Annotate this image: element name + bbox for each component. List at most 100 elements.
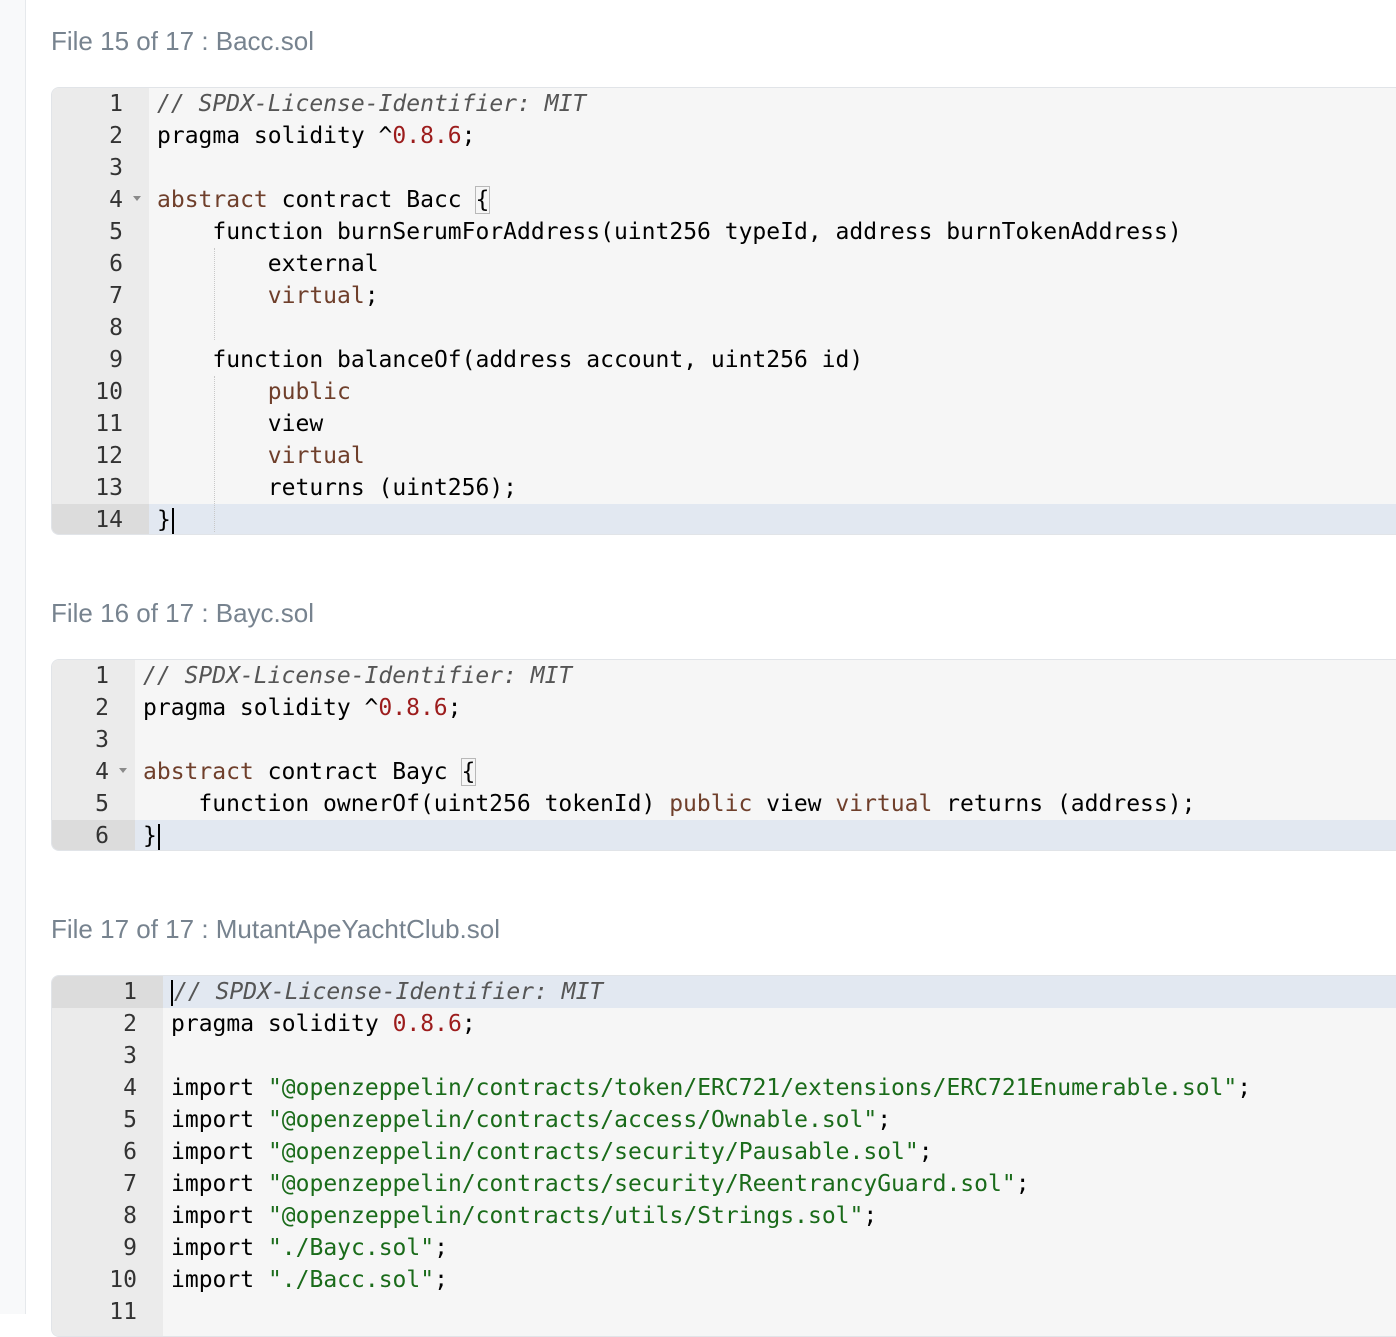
code-text: virtual; <box>267 283 379 309</box>
code-line[interactable]: 11 view <box>52 408 1396 440</box>
code-text: import "./Bacc.sol"; <box>171 1267 448 1293</box>
code-line[interactable]: 2 pragma solidity ^0.8.6; <box>52 120 1396 152</box>
code-line[interactable]: 3 <box>52 1040 1396 1072</box>
line-number: 7 <box>109 283 123 309</box>
line-number: 1 <box>95 663 109 689</box>
line-number: 10 <box>95 379 123 405</box>
line-number: 11 <box>95 411 123 437</box>
text-caret <box>171 507 174 534</box>
line-number: 12 <box>95 443 123 469</box>
line-number: 5 <box>109 219 123 245</box>
line-number: 9 <box>109 347 123 373</box>
indent-guide <box>214 376 215 532</box>
code-line[interactable]: 4 import "@openzeppelin/contracts/token/E… <box>52 1072 1396 1104</box>
code-text: function balanceOf(address account, uint… <box>157 347 864 373</box>
code-text: // SPDX-License-Identifier: MIT <box>143 663 573 689</box>
fold-toggle-icon[interactable] <box>133 196 141 201</box>
code-line[interactable]: 4 abstract contract Bayc { <box>52 756 1396 788</box>
line-number: 2 <box>95 695 109 721</box>
code-text: view <box>157 411 324 437</box>
file-title-bacc: File 15 of 17 : Bacc.sol <box>51 26 315 56</box>
line-number: 6 <box>109 251 123 277</box>
line-number: 1 <box>109 91 123 117</box>
code-line[interactable]: 4 abstract contract Bacc { <box>52 184 1396 216</box>
line-number: 3 <box>95 727 109 753</box>
code-lines: 1 // SPDX-License-Identifier: MIT 2 pragma … <box>52 88 1396 534</box>
code-text: import "./Bayc.sol"; <box>171 1235 448 1261</box>
code-line[interactable]: 1 // SPDX-License-Identifier: MIT <box>52 88 1396 120</box>
line-number: 13 <box>95 475 123 501</box>
code-line[interactable]: 3 <box>52 152 1396 184</box>
code-line[interactable]: 12 virtual <box>52 440 1396 472</box>
code-text: } <box>143 820 160 850</box>
text-caret <box>157 823 160 850</box>
code-line[interactable]: 5 import "@openzeppelin/contracts/access/… <box>52 1104 1396 1136</box>
code-lines: 1// SPDX-License-Identifier: MIT 2 pragma … <box>52 976 1396 1328</box>
code-lines: 1 // SPDX-License-Identifier: MIT 2 pragma … <box>52 660 1396 850</box>
code-text: import "@openzeppelin/contracts/security… <box>171 1171 1030 1197</box>
line-number: 3 <box>109 155 123 181</box>
line-number: 2 <box>123 1011 137 1037</box>
file-title-mutant: File 17 of 17 : MutantApeYachtClub.sol <box>51 914 500 944</box>
code-text: pragma solidity ^0.8.6; <box>143 695 462 721</box>
fold-toggle-icon[interactable] <box>119 768 127 773</box>
code-editor-bacc[interactable]: 1 // SPDX-License-Identifier: MIT 2 pragma … <box>51 87 1396 535</box>
code-line[interactable]: 10 public <box>52 376 1396 408</box>
code-text: // SPDX-License-Identifier: MIT <box>157 91 587 117</box>
code-editor-mutant[interactable]: 1// SPDX-License-Identifier: MIT 2 pragma … <box>51 975 1396 1337</box>
code-text: virtual <box>267 443 365 469</box>
code-text: abstract contract Bacc { <box>157 186 491 214</box>
code-line[interactable]: 5 function ownerOf(uint256 tokenId) publ… <box>52 788 1396 820</box>
code-line[interactable]: 5 function burnSerumForAddress(uint256 t… <box>52 216 1396 248</box>
code-text: external <box>157 251 379 277</box>
code-line[interactable]: 7 import "@openzeppelin/contracts/securit… <box>52 1168 1396 1200</box>
code-line[interactable]: 3 <box>52 724 1396 756</box>
code-text: import "@openzeppelin/contracts/access/O… <box>171 1107 892 1133</box>
line-number: 8 <box>123 1203 137 1229</box>
line-number: 6 <box>52 820 135 850</box>
code-text: abstract contract Bayc { <box>143 758 477 786</box>
code-text: public <box>267 379 351 405</box>
code-line[interactable]: 8 import "@openzeppelin/contracts/utils/S… <box>52 1200 1396 1232</box>
line-number: 8 <box>109 315 123 341</box>
code-text: pragma solidity ^0.8.6; <box>157 123 476 149</box>
line-number: 4 <box>123 1075 137 1101</box>
code-line[interactable]: 9 function balanceOf(address account, ui… <box>52 344 1396 376</box>
code-line[interactable]: 14} <box>52 504 1396 534</box>
code-text: import "@openzeppelin/contracts/security… <box>171 1139 933 1165</box>
left-rail <box>0 0 26 1314</box>
code-text: function burnSerumForAddress(uint256 typ… <box>157 219 1182 245</box>
code-text: import "@openzeppelin/contracts/utils/St… <box>171 1203 878 1229</box>
indent-guide <box>214 248 215 340</box>
line-number: 7 <box>123 1171 137 1197</box>
code-line[interactable]: 13 returns (uint256); <box>52 472 1396 504</box>
line-number: 2 <box>109 123 123 149</box>
line-number: 14 <box>52 504 149 534</box>
line-number: 3 <box>123 1043 137 1069</box>
code-line[interactable]: 2 pragma solidity ^0.8.6; <box>52 692 1396 724</box>
code-line[interactable]: 7 virtual; <box>52 280 1396 312</box>
code-line[interactable]: 6} <box>52 820 1396 850</box>
code-line[interactable]: 1 // SPDX-License-Identifier: MIT <box>52 660 1396 692</box>
code-line[interactable]: 1// SPDX-License-Identifier: MIT <box>52 976 1396 1008</box>
code-line[interactable]: 9 import "./Bayc.sol"; <box>52 1232 1396 1264</box>
line-number: 1 <box>52 976 163 1008</box>
line-number: 5 <box>95 791 109 817</box>
text-caret <box>171 979 173 1006</box>
code-line[interactable]: 6 external <box>52 248 1396 280</box>
line-number: 6 <box>123 1139 137 1165</box>
code-text: function ownerOf(uint256 tokenId) public… <box>143 791 1196 817</box>
file-title-bayc: File 16 of 17 : Bayc.sol <box>51 598 315 628</box>
line-number: 9 <box>123 1235 137 1261</box>
line-number: 11 <box>109 1299 137 1325</box>
code-text: import "@openzeppelin/contracts/token/ER… <box>171 1075 1252 1101</box>
code-text: } <box>157 504 174 534</box>
code-line[interactable]: 6 import "@openzeppelin/contracts/securit… <box>52 1136 1396 1168</box>
code-text: pragma solidity 0.8.6; <box>171 1011 476 1037</box>
code-line[interactable]: 2 pragma solidity 0.8.6; <box>52 1008 1396 1040</box>
code-line[interactable]: 8 <box>52 312 1396 344</box>
line-number: 10 <box>109 1267 137 1293</box>
code-line[interactable]: 10 import "./Bacc.sol"; <box>52 1264 1396 1296</box>
code-line[interactable]: 11 <box>52 1296 1396 1328</box>
code-editor-bayc[interactable]: 1 // SPDX-License-Identifier: MIT 2 pragma … <box>51 659 1396 851</box>
